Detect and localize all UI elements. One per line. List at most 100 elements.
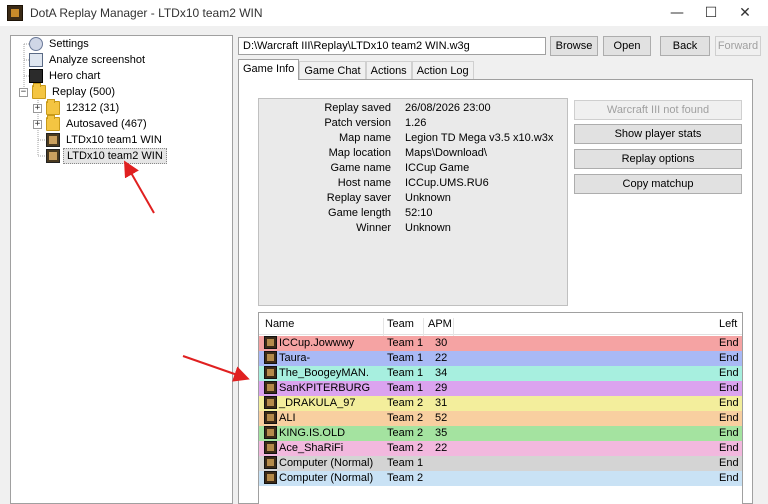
- screenshot-icon: [29, 53, 43, 67]
- info-row-patch-version: Patch version 1.26: [259, 116, 569, 131]
- table-row[interactable]: Ace_ShaRiFi Team 2 22 End: [259, 441, 742, 456]
- info-row-map-location: Map location Maps\Download\: [259, 146, 569, 161]
- player-icon: [264, 381, 277, 394]
- info-row-game-length: Game length 52:10: [259, 206, 569, 221]
- table-row[interactable]: Taura- Team 1 22 End: [259, 351, 742, 366]
- folder-icon: [32, 83, 46, 99]
- player-name: ICCup.Jowwwy: [279, 337, 355, 349]
- tab-actions[interactable]: Actions: [365, 61, 412, 80]
- player-left: End: [719, 337, 739, 349]
- tree-item-folder-autosaved[interactable]: + Autosaved (467): [33, 115, 150, 132]
- tree-item-replay-folder[interactable]: − Replay (500): [19, 83, 118, 100]
- player-icon: [264, 336, 277, 349]
- tab-game-info[interactable]: Game Info: [238, 59, 300, 80]
- tree-item-analyze-screenshot[interactable]: Analyze screenshot: [29, 52, 148, 68]
- tab-game-chat[interactable]: Game Chat: [299, 61, 366, 80]
- expand-toggle[interactable]: +: [33, 103, 42, 113]
- table-row[interactable]: ICCup.Jowwwy Team 1 30 End: [259, 336, 742, 351]
- warcraft-not-found-button[interactable]: Warcraft III not found: [574, 100, 742, 120]
- tree-item-replay-team1[interactable]: LTDx10 team1 WIN: [46, 132, 165, 148]
- player-icon: [264, 426, 277, 439]
- player-icon: [264, 471, 277, 484]
- info-value: 52:10: [405, 207, 433, 219]
- window-title: DotA Replay Manager - LTDx10 team2 WIN: [30, 6, 263, 20]
- player-name: The_BoogeyMAN.: [279, 367, 369, 379]
- player-name: ALI: [279, 412, 296, 424]
- player-name: Computer (Normal): [279, 472, 374, 484]
- player-name: Taura-: [279, 352, 311, 364]
- replay-icon: [46, 149, 60, 163]
- table-row[interactable]: ALI Team 2 52 End: [259, 411, 742, 426]
- open-button[interactable]: Open: [603, 36, 651, 56]
- player-team: Team 1: [387, 382, 424, 394]
- close-button[interactable]: ✕: [722, 0, 768, 26]
- info-key: Host name: [337, 177, 391, 189]
- column-header-name[interactable]: Name: [265, 318, 294, 330]
- info-value: Legion TD Mega v3.5 x10.w3x: [405, 132, 554, 144]
- app-icon: [7, 5, 23, 21]
- player-team: Team 2: [387, 397, 424, 409]
- tree-item-label: Analyze screenshot: [49, 54, 145, 66]
- title-bar: DotA Replay Manager - LTDx10 team2 WIN —…: [0, 0, 768, 26]
- player-left: End: [719, 397, 739, 409]
- show-player-stats-button[interactable]: Show player stats: [574, 124, 742, 144]
- info-key: Map location: [328, 147, 391, 159]
- tree-item-hero-chart[interactable]: Hero chart: [29, 68, 103, 84]
- player-apm: 22: [435, 442, 448, 454]
- replay-options-button[interactable]: Replay options: [574, 149, 742, 169]
- player-team: Team 2: [387, 412, 424, 424]
- player-name: SanKPITERBURG: [279, 382, 371, 394]
- player-name: _DRAKULA_97: [279, 397, 356, 409]
- table-row[interactable]: Computer (Normal) Team 1 End: [259, 456, 742, 471]
- player-team: Team 2: [387, 442, 424, 454]
- player-left: End: [719, 352, 739, 364]
- player-apm: 34: [435, 367, 448, 379]
- player-team: Team 1: [387, 337, 424, 349]
- column-header-apm[interactable]: APM: [428, 318, 452, 330]
- table-row[interactable]: KING.IS.OLD Team 2 35 End: [259, 426, 742, 441]
- tree-item-settings[interactable]: Settings: [29, 36, 92, 52]
- tab-action-log[interactable]: Action Log: [411, 61, 474, 80]
- replay-tree[interactable]: Settings Analyze screenshot Hero chart −…: [10, 35, 233, 504]
- player-apm: 22: [435, 352, 448, 364]
- player-icon: [264, 351, 277, 364]
- browse-button[interactable]: Browse: [550, 36, 598, 56]
- info-key: Replay saver: [326, 192, 391, 204]
- back-button[interactable]: Back: [660, 36, 710, 56]
- info-value: ICCup Game: [405, 162, 470, 174]
- info-key: Patch version: [324, 117, 391, 129]
- collapse-toggle[interactable]: −: [19, 87, 28, 97]
- column-header-left[interactable]: Left: [719, 318, 737, 330]
- info-row-replay-saver: Replay saver Unknown: [259, 191, 569, 206]
- game-info-box: Replay saved 26/08/2026 23:00 Patch vers…: [258, 98, 568, 306]
- replay-path-field[interactable]: D:\Warcraft III\Replay\LTDx10 team2 WIN.…: [238, 37, 546, 55]
- tree-item-replay-team2[interactable]: LTDx10 team2 WIN: [46, 148, 167, 164]
- player-name: KING.IS.OLD: [279, 427, 346, 439]
- player-left: End: [719, 367, 739, 379]
- folder-icon: [46, 115, 60, 131]
- player-apm: 35: [435, 427, 448, 439]
- player-left: End: [719, 442, 739, 454]
- column-header-team[interactable]: Team: [387, 318, 414, 330]
- player-icon: [264, 396, 277, 409]
- info-value: ICCup.UMS.RU6: [405, 177, 489, 189]
- info-key: Winner: [356, 222, 391, 234]
- tree-item-label: Autosaved (467): [66, 118, 147, 130]
- table-row[interactable]: The_BoogeyMAN. Team 1 34 End: [259, 366, 742, 381]
- tree-item-label: Replay (500): [52, 86, 115, 98]
- player-team: Team 1: [387, 352, 424, 364]
- gear-icon: [29, 37, 43, 51]
- expand-toggle[interactable]: +: [33, 119, 42, 129]
- table-row[interactable]: SanKPITERBURG Team 1 29 End: [259, 381, 742, 396]
- tree-item-folder-12312[interactable]: + 12312 (31): [33, 99, 122, 116]
- player-icon: [264, 366, 277, 379]
- player-left: End: [719, 457, 739, 469]
- player-apm: 31: [435, 397, 448, 409]
- forward-button[interactable]: Forward: [715, 36, 761, 56]
- players-table[interactable]: Name Team APM Left ICCup.Jowwwy Team 1 30 E…: [258, 312, 743, 504]
- table-row[interactable]: _DRAKULA_97 Team 2 31 End: [259, 396, 742, 411]
- table-row[interactable]: Computer (Normal) Team 2 End: [259, 471, 742, 486]
- copy-matchup-button[interactable]: Copy matchup: [574, 174, 742, 194]
- info-row-game-name: Game name ICCup Game: [259, 161, 569, 176]
- folder-icon: [46, 99, 60, 115]
